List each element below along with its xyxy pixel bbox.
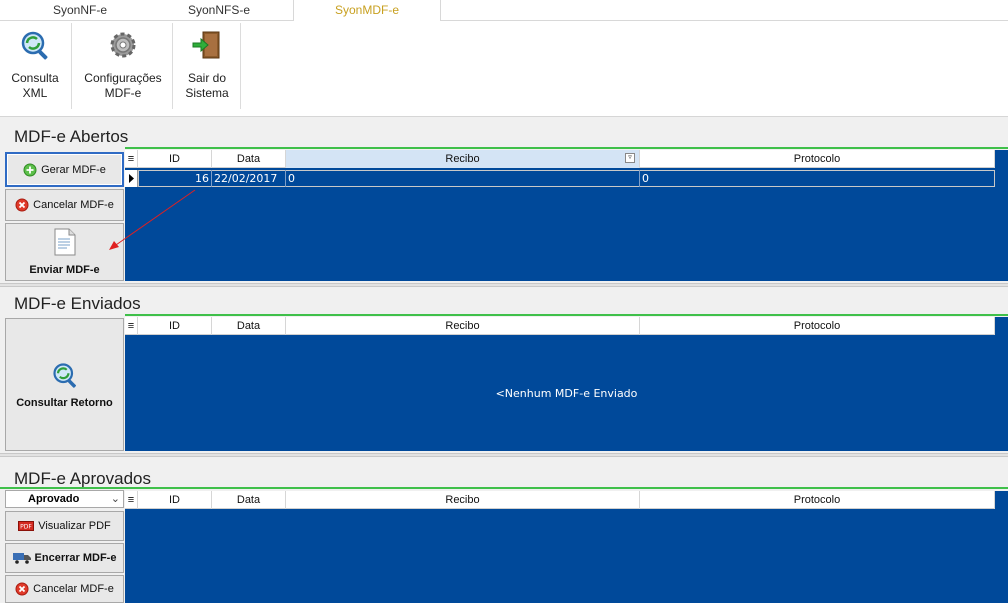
column-recibo[interactable]: Recibo [286, 491, 640, 509]
grid-header: ≡ ID Data Recibo ▿ Protocolo [125, 150, 995, 168]
document-icon [54, 228, 75, 256]
status-filter-value: Aprovado [28, 493, 80, 505]
table-row[interactable]: 16 22/02/2017 0 0 [125, 170, 995, 187]
column-recibo-label: Recibo [445, 153, 480, 165]
exit-door-icon [192, 31, 220, 59]
section-title-enviados: MDF-e Enviados [14, 294, 141, 313]
tab-syonmdfe[interactable]: SyonMDF-e [293, 0, 441, 22]
plus-circle-icon [23, 163, 37, 176]
consulta-label-2: XML [22, 86, 48, 100]
svg-text:PDF: PDF [20, 524, 32, 531]
search-refresh-icon [52, 362, 76, 388]
section-accent-line [0, 487, 1008, 489]
column-chooser-icon[interactable]: ≡ [125, 150, 138, 168]
gerar-label: Gerar MDF-e [41, 163, 106, 176]
configuracoes-button[interactable]: Configurações MDF-e [80, 21, 166, 117]
panel-divider[interactable] [0, 283, 1008, 287]
encerrar-mdfe-button[interactable]: Encerrar MDF-e [5, 543, 124, 573]
cell-protocolo: 0 [642, 172, 649, 185]
column-chooser-icon[interactable]: ≡ [125, 317, 138, 335]
ribbon-separator [172, 23, 173, 109]
cancelar-aprovado-button[interactable]: Cancelar MDF-e [5, 575, 124, 603]
sair-button[interactable]: Sair do Sistema [180, 21, 234, 117]
chevron-down-icon: ⌄ [110, 493, 120, 505]
config-label-2: MDF-e [104, 86, 142, 100]
filter-icon[interactable]: ▿ [625, 153, 635, 163]
gear-icon [110, 32, 136, 58]
ribbon-separator [71, 23, 72, 109]
cell-recibo: 0 [286, 170, 640, 187]
empty-grid-message: <Nenhum MDF-e Enviado [495, 387, 638, 400]
cancelar-aprovado-label: Cancelar MDF-e [33, 583, 114, 595]
cell-data: 22/02/2017 [212, 170, 286, 187]
abertos-grid[interactable]: ≡ ID Data Recibo ▿ Protocolo 16 22/02/20… [125, 150, 1008, 281]
truck-icon [12, 553, 31, 564]
column-recibo[interactable]: Recibo ▿ [286, 150, 640, 168]
panel-divider[interactable] [0, 453, 1008, 457]
cancel-icon [15, 198, 29, 212]
config-label-1: Configurações [84, 71, 162, 85]
column-protocolo[interactable]: Protocolo [640, 317, 995, 335]
sair-label-1: Sair do [187, 71, 227, 85]
column-id[interactable]: ID [138, 150, 212, 168]
section-title-abertos: MDF-e Abertos [14, 127, 129, 146]
status-filter-select[interactable]: Aprovado ⌄ [5, 490, 124, 508]
column-protocolo[interactable]: Protocolo [640, 150, 995, 168]
encerrar-label: Encerrar MDF-e [34, 552, 117, 564]
annotation-arrow [109, 189, 196, 250]
app-window: SyonNF-e SyonNFS-e SyonMDF-e Consulta XM… [0, 0, 1008, 603]
ribbon-toolbar: Consulta XML Configurações MDF-e Sair do… [0, 21, 1008, 117]
tab-bar: SyonNF-e SyonNFS-e SyonMDF-e [0, 0, 1008, 22]
section-accent-line [125, 147, 1008, 149]
column-chooser-icon[interactable]: ≡ [125, 491, 138, 509]
consulta-label-1: Consulta [11, 71, 59, 85]
column-data[interactable]: Data [212, 491, 286, 509]
consultar-retorno-button[interactable]: Consultar Retorno [5, 318, 124, 451]
section-title-aprovados: MDF-e Aprovados [14, 469, 151, 488]
visualizar-pdf-button[interactable]: PDF Visualizar PDF [5, 511, 124, 541]
enviar-label: Enviar MDF-e [29, 264, 100, 276]
gerar-mdfe-button[interactable]: Gerar MDF-e [5, 152, 124, 187]
sair-label-2: Sistema [185, 86, 229, 100]
consultar-label: Consultar Retorno [16, 396, 113, 409]
column-id[interactable]: ID [138, 317, 212, 335]
pdf-icon: PDF [18, 521, 35, 531]
grid-header: ≡ ID Data Recibo Protocolo [125, 317, 995, 335]
column-recibo[interactable]: Recibo [286, 317, 640, 335]
column-data[interactable]: Data [212, 317, 286, 335]
column-data[interactable]: Data [212, 150, 286, 168]
aprovados-grid[interactable]: ≡ ID Data Recibo Protocolo [125, 491, 1008, 603]
column-id[interactable]: ID [138, 491, 212, 509]
consulta-xml-button[interactable]: Consulta XML [4, 21, 66, 117]
section-accent-line [125, 314, 1008, 316]
tab-syonnfe[interactable]: SyonNF-e [40, 0, 120, 21]
grid-header: ≡ ID Data Recibo Protocolo [125, 491, 995, 509]
ribbon-separator [240, 23, 241, 109]
tab-syonnfse[interactable]: SyonNFS-e [178, 0, 260, 21]
visualizar-label: Visualizar PDF [38, 520, 111, 532]
column-protocolo[interactable]: Protocolo [640, 491, 995, 509]
cancel-icon [15, 582, 29, 596]
enviados-grid[interactable]: ≡ ID Data Recibo Protocolo <Nenhum MDF-e… [125, 317, 1008, 451]
search-refresh-icon [21, 31, 48, 60]
